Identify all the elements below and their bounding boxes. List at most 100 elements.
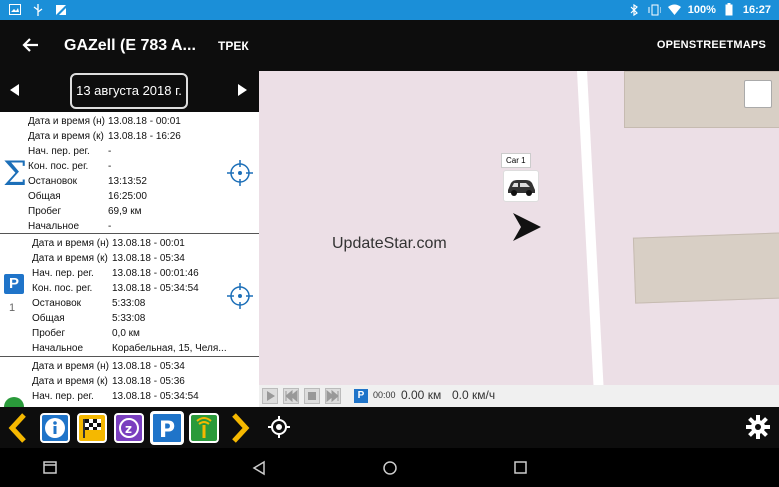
row-value: -: [108, 221, 112, 232]
app-bar: GAZell (E 783 A... ТРЕК OPENSTREETMAPS: [0, 20, 779, 71]
status-bar: 100% 16:27: [0, 0, 779, 20]
row-label: Дата и время (к): [28, 131, 104, 142]
parking-card[interactable]: P 1 Дата и время (н) 13.08.18 - 00:01 Да…: [0, 234, 259, 357]
map-layer-checkbox[interactable]: [744, 80, 772, 108]
watermark: UpdateStar.com: [332, 235, 447, 252]
row-value: 13.08.18 - 05:34: [112, 253, 185, 264]
row-label: Общая: [32, 313, 65, 324]
checkered-flag-icon[interactable]: [77, 413, 107, 443]
row-label: Нач. пер. рег.: [32, 268, 94, 279]
row-label: Нач. пер. рег.: [28, 146, 90, 157]
play-icon[interactable]: [262, 388, 278, 404]
row-label: Начальное: [28, 221, 80, 232]
vibrate-icon: [648, 3, 661, 16]
sleep-icon[interactable]: z: [114, 413, 144, 443]
row-label: Дата и время (к): [32, 376, 108, 387]
info-icon[interactable]: [40, 413, 70, 443]
usb-icon: [31, 3, 44, 16]
row-value: Корабельная, 15, Челя...: [112, 343, 227, 354]
player-speed: 0.0 км/ч: [452, 388, 496, 402]
row-value: 16:25:00: [108, 191, 147, 202]
row-value: 5:33:08: [112, 313, 146, 324]
next-day-icon[interactable]: [238, 84, 247, 96]
parking-filter-icon[interactable]: P: [150, 411, 184, 445]
road: [577, 71, 604, 391]
back-arrow-icon[interactable]: [20, 34, 42, 56]
image-icon: [8, 3, 21, 16]
scroll-left-icon[interactable]: [8, 413, 28, 448]
row-label: Дата и время (н): [32, 361, 109, 372]
movement-card[interactable]: Дата и время (н) 13.08.18 - 05:34 Дата и…: [0, 357, 259, 407]
previous-day-icon[interactable]: [10, 84, 19, 96]
track-button[interactable]: ТРЕК: [218, 39, 249, 53]
nav-recents-icon[interactable]: [514, 461, 528, 480]
bluetooth-icon: [628, 3, 641, 16]
battery-percent: 100%: [687, 3, 716, 16]
direction-arrow-icon: [511, 211, 543, 243]
date-navigator: 13 августа 2018 г.: [0, 71, 259, 112]
parking-marker-icon[interactable]: P: [354, 389, 368, 403]
row-value: 13.08.18 - 05:34:54: [112, 391, 199, 402]
my-location-icon[interactable]: [267, 415, 291, 444]
row-label: Дата и время (н): [28, 116, 105, 127]
row-value: 69,9 км: [108, 206, 142, 217]
car-icon[interactable]: [503, 170, 539, 202]
rewind-icon[interactable]: [283, 388, 299, 404]
app-icon: [54, 3, 67, 16]
svg-text:P: P: [159, 418, 175, 442]
car-label: Car 1: [501, 153, 531, 168]
row-label: Кон. пос. рег.: [28, 161, 89, 172]
nav-home-icon[interactable]: [382, 460, 398, 481]
event-index: 1: [9, 302, 16, 314]
crosshair-icon[interactable]: [226, 282, 254, 310]
row-value: -: [108, 146, 112, 157]
summary-card[interactable]: Σ Дата и время (н) 13.08.18 - 00:01 Дата…: [0, 112, 259, 234]
row-label: Дата и время (к): [32, 253, 108, 264]
bottom-toolbar: z P: [0, 407, 779, 448]
row-value: 0,0 км: [112, 328, 140, 339]
battery-icon: [723, 3, 736, 16]
settings-gear-icon[interactable]: [745, 414, 771, 445]
window-icon[interactable]: [43, 461, 57, 479]
clock: 16:27: [742, 3, 771, 16]
map-view[interactable]: Car 1 UpdateStar.com P 00:00 0.00 км 0.0…: [259, 71, 779, 407]
wifi-icon: [667, 3, 681, 16]
row-label: Дата и время (н): [32, 238, 109, 249]
row-value: 13.08.18 - 05:34:54: [112, 283, 199, 294]
fast-forward-icon[interactable]: [325, 388, 341, 404]
parking-icon: P: [4, 274, 24, 294]
row-value: -: [108, 161, 112, 172]
player-distance: 0.00 км: [401, 388, 442, 402]
building: [632, 232, 779, 304]
row-label: Пробег: [32, 328, 66, 339]
track-player: P 00:00 0.00 км 0.0 км/ч: [259, 385, 779, 407]
row-label: Кон. пос. рег.: [32, 283, 93, 294]
row-label: Начальное: [32, 343, 84, 354]
row-label: Остановок: [28, 176, 78, 187]
row-value: 13.08.18 - 16:26: [108, 131, 181, 142]
system-navigation-bar: [0, 448, 779, 487]
row-value: 13.08.18 - 00:01: [112, 238, 185, 249]
stop-icon[interactable]: [304, 388, 320, 404]
row-value: 5:33:08: [112, 298, 146, 309]
player-time: 00:00: [373, 390, 396, 400]
row-value: 13.08.18 - 00:01: [108, 116, 181, 127]
row-label: Остановок: [32, 298, 82, 309]
svg-text:z: z: [125, 422, 132, 436]
vehicle-title: GAZell (E 783 A...: [64, 37, 196, 54]
row-value: 13:13:52: [108, 176, 147, 187]
row-label: Пробег: [28, 206, 62, 217]
map-source-button[interactable]: OPENSTREETMAPS: [657, 39, 766, 51]
event-list[interactable]: Σ Дата и время (н) 13.08.18 - 00:01 Дата…: [0, 112, 259, 407]
row-value: 13.08.18 - 00:01:46: [112, 268, 199, 279]
scroll-right-icon[interactable]: [230, 413, 250, 448]
nav-back-icon[interactable]: [252, 460, 266, 481]
row-label: Нач. пер. рег.: [32, 391, 94, 402]
row-value: 13.08.18 - 05:36: [112, 376, 185, 387]
movement-icon: [4, 397, 24, 407]
date-picker[interactable]: 13 августа 2018 г.: [70, 73, 188, 109]
sigma-icon: Σ: [3, 154, 28, 194]
signal-icon[interactable]: [189, 413, 219, 443]
crosshair-icon[interactable]: [226, 159, 254, 187]
row-value: 13.08.18 - 05:34: [112, 361, 185, 372]
